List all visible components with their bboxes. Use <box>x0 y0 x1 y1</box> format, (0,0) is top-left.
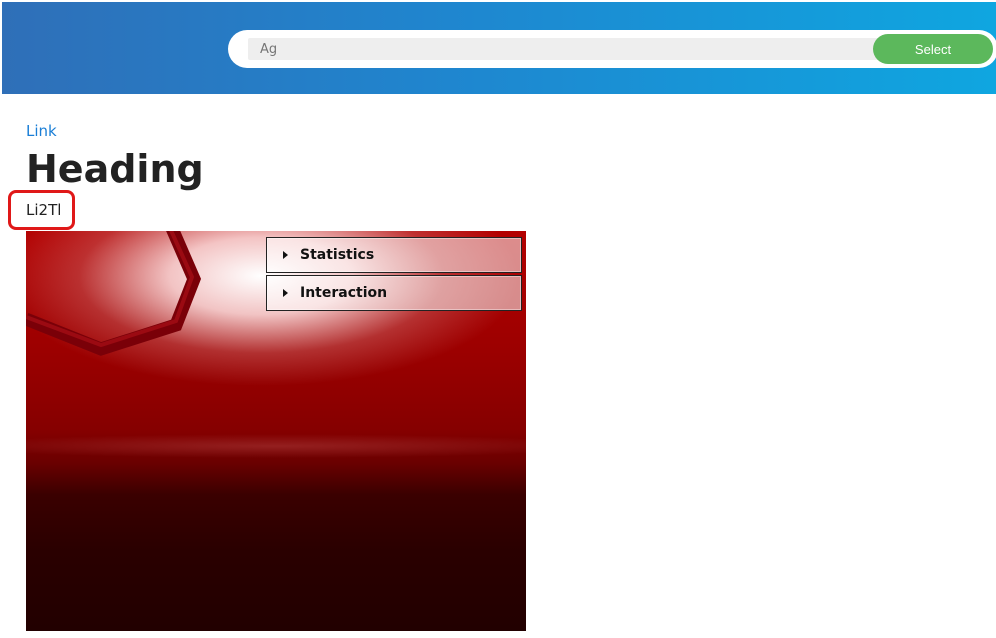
3d-viewport[interactable]: Statistics Interaction <box>26 231 526 631</box>
caret-right-icon <box>283 289 288 297</box>
statistics-panel[interactable]: Statistics <box>266 237 522 273</box>
interaction-panel[interactable]: Interaction <box>266 275 522 311</box>
top-bar: Select <box>2 2 996 94</box>
link[interactable]: Link <box>26 122 57 140</box>
select-button[interactable]: Select <box>873 34 993 64</box>
page-heading: Heading <box>26 147 204 191</box>
interaction-label: Interaction <box>300 285 388 301</box>
search-bar: Select <box>228 30 996 68</box>
caret-right-icon <box>283 251 288 259</box>
statistics-label: Statistics <box>300 247 375 263</box>
search-input[interactable] <box>248 38 878 60</box>
subtitle-label: Li2Tl <box>26 201 62 219</box>
